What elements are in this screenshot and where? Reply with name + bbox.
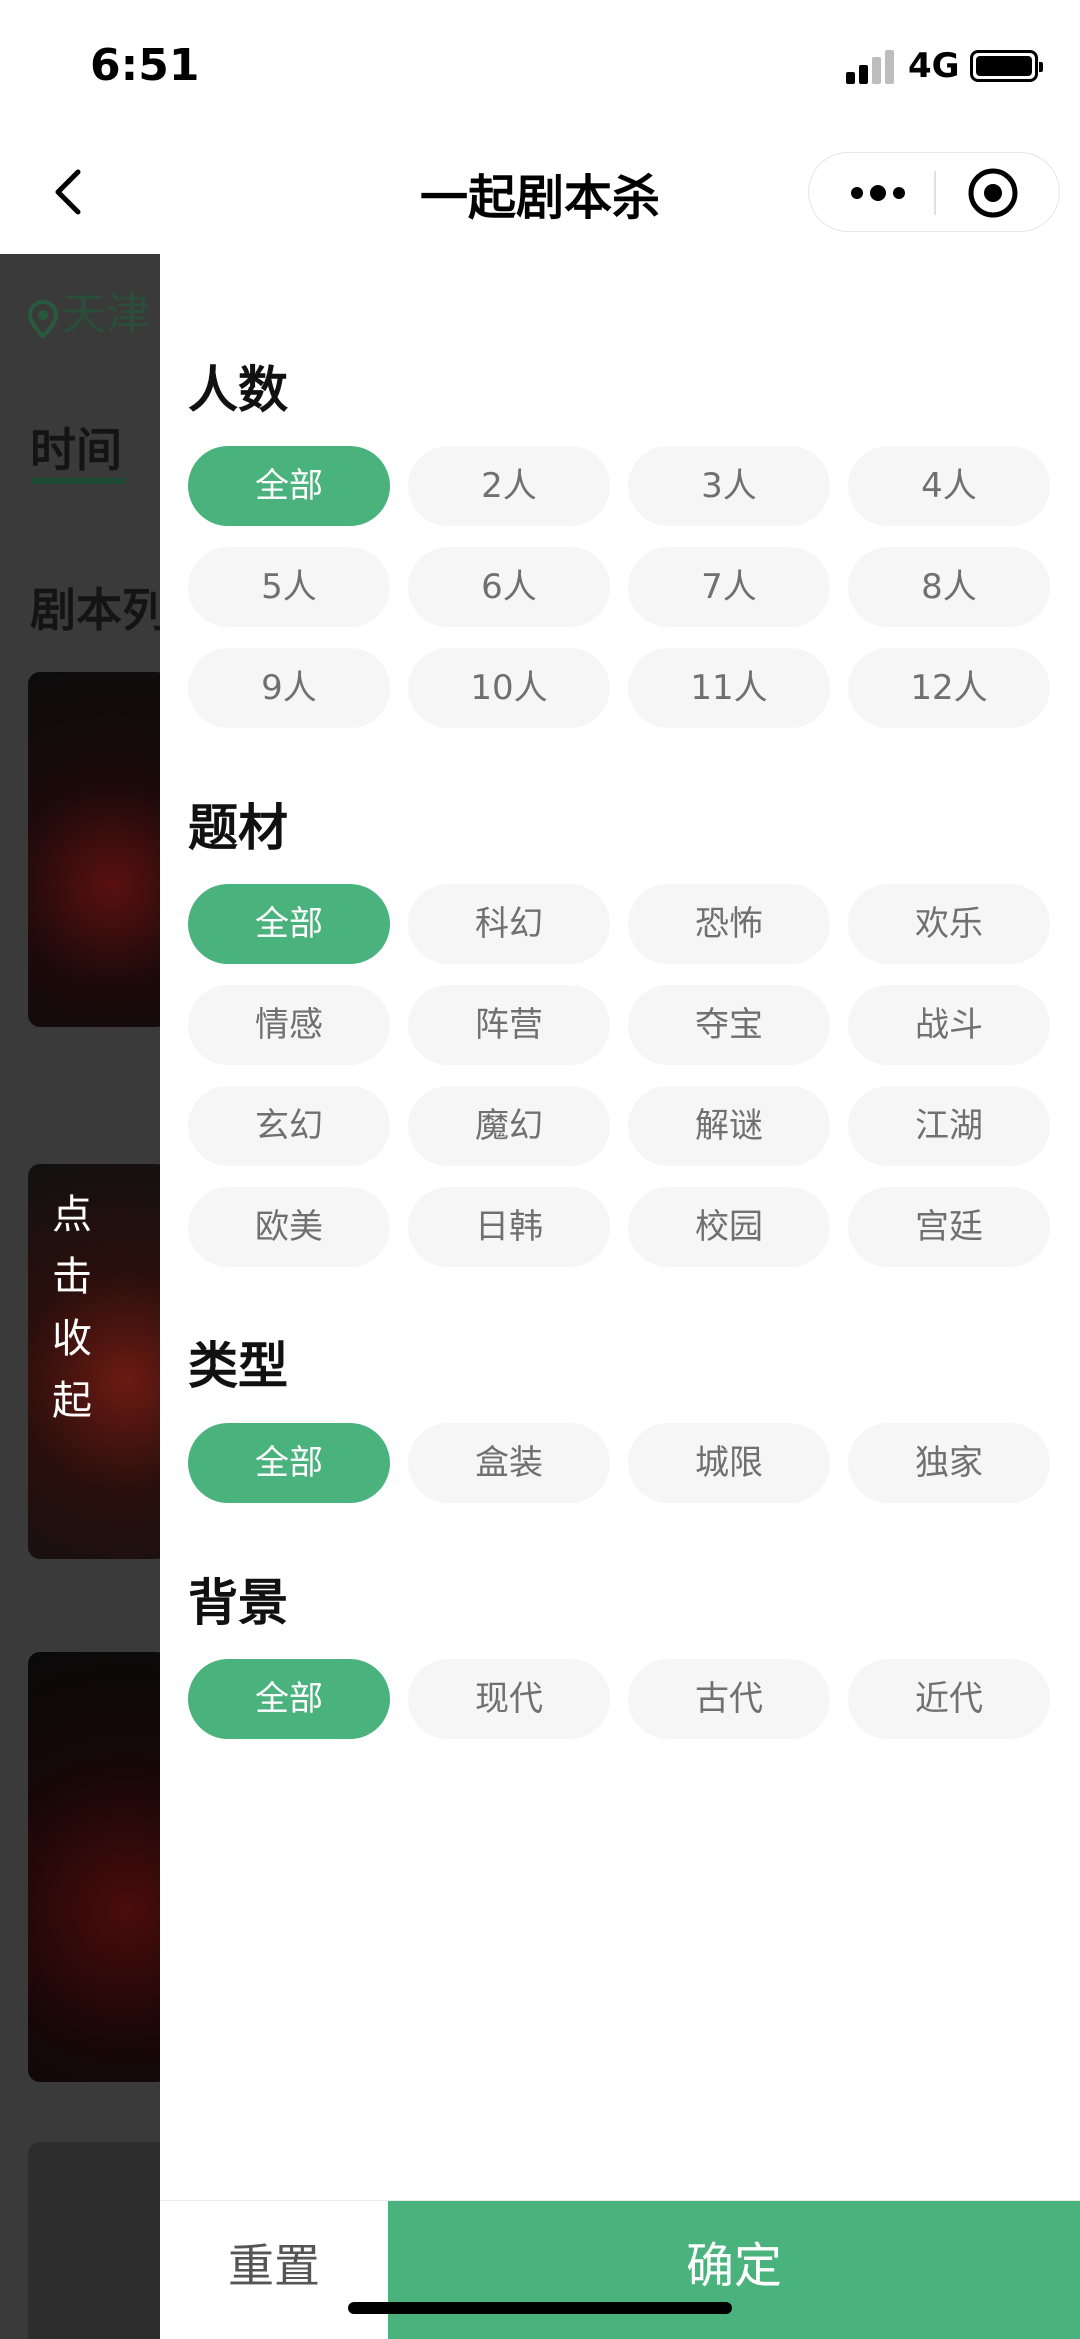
filter-option-people-10[interactable]: 10人 <box>408 648 610 728</box>
collapse-hint-char: 击 <box>52 1254 92 1300</box>
filter-option-theme-puzzle[interactable]: 解谜 <box>628 1086 830 1166</box>
filter-option-theme-fantasy[interactable]: 魔幻 <box>408 1086 610 1166</box>
confirm-button[interactable]: 确定 <box>388 2201 1080 2339</box>
collapse-hint-char: 点 <box>52 1192 92 1238</box>
filter-option-theme-scifi[interactable]: 科幻 <box>408 884 610 964</box>
filter-option-theme-jpkr[interactable]: 日韩 <box>408 1187 610 1267</box>
filter-option-theme-faction[interactable]: 阵营 <box>408 985 610 1065</box>
target-circle-icon[interactable] <box>967 167 1019 219</box>
reset-button[interactable]: 重置 <box>160 2201 388 2339</box>
script-card[interactable]: 点 击 收 起 <box>28 1164 160 1559</box>
nav-bar: 一起剧本杀 <box>0 130 1080 254</box>
filter-option-people-3[interactable]: 3人 <box>628 446 830 526</box>
section-title-type: 类型 <box>188 1337 288 1395</box>
filter-option-people-8[interactable]: 8人 <box>848 547 1050 627</box>
filter-option-theme-battle[interactable]: 战斗 <box>848 985 1050 1065</box>
filter-option-people-all[interactable]: 全部 <box>188 446 390 526</box>
tab-underline <box>30 478 126 484</box>
status-time: 6:51 <box>90 40 200 91</box>
background-page-overlay[interactable]: 天津 时间 剧本列 点 击 收 起 <box>0 254 160 2339</box>
collapse-hint-char: 起 <box>52 1378 92 1424</box>
filter-option-type-boxed[interactable]: 盒装 <box>408 1423 610 1503</box>
script-card[interactable] <box>28 2142 160 2339</box>
location-text: 天津 <box>62 289 150 340</box>
filter-option-theme-western[interactable]: 欧美 <box>188 1187 390 1267</box>
section-title-people: 人数 <box>188 361 288 419</box>
battery-icon <box>970 50 1043 82</box>
collapse-hint[interactable]: 点 击 收 起 <box>44 1184 100 1432</box>
filter-option-background-modern[interactable]: 现代 <box>408 1659 610 1739</box>
filter-option-background-recent[interactable]: 近代 <box>848 1659 1050 1739</box>
more-dots-icon[interactable] <box>843 171 913 215</box>
filter-option-theme-horror[interactable]: 恐怖 <box>628 884 830 964</box>
filter-option-people-12[interactable]: 12人 <box>848 648 1050 728</box>
location-label: 天津 <box>27 278 150 342</box>
filter-option-people-2[interactable]: 2人 <box>408 446 610 526</box>
mini-program-capsule <box>808 152 1060 232</box>
script-card[interactable] <box>28 1652 160 2082</box>
collapse-hint-char: 收 <box>52 1316 92 1362</box>
filter-option-theme-treasure[interactable]: 夺宝 <box>628 985 830 1065</box>
filter-option-theme-campus[interactable]: 校园 <box>628 1187 830 1267</box>
filter-option-theme-jianghu[interactable]: 江湖 <box>848 1086 1050 1166</box>
filter-option-theme-palace[interactable]: 宫廷 <box>848 1187 1050 1267</box>
capsule-divider <box>934 171 936 215</box>
filter-option-people-7[interactable]: 7人 <box>628 547 830 627</box>
filter-option-type-city-limited[interactable]: 城限 <box>628 1423 830 1503</box>
filter-option-people-5[interactable]: 5人 <box>188 547 390 627</box>
filter-option-theme-xuanhuan[interactable]: 玄幻 <box>188 1086 390 1166</box>
filter-option-type-exclusive[interactable]: 独家 <box>848 1423 1050 1503</box>
tab-time[interactable]: 时间 <box>30 414 122 480</box>
script-card[interactable] <box>28 672 160 1027</box>
section-title-background: 背景 <box>188 1574 288 1632</box>
filter-option-theme-comedy[interactable]: 欢乐 <box>848 884 1050 964</box>
filter-option-people-9[interactable]: 9人 <box>188 648 390 728</box>
filter-option-people-11[interactable]: 11人 <box>628 648 830 728</box>
network-label: 4G <box>908 46 960 86</box>
filter-option-theme-all[interactable]: 全部 <box>188 884 390 964</box>
section-title-theme: 题材 <box>188 799 288 857</box>
status-bar: 6:51 4G <box>0 0 1080 130</box>
location-pin-icon <box>27 298 59 339</box>
filter-option-people-4[interactable]: 4人 <box>848 446 1050 526</box>
signal-icon <box>846 48 898 84</box>
filter-option-background-ancient[interactable]: 古代 <box>628 1659 830 1739</box>
filter-option-type-all[interactable]: 全部 <box>188 1423 390 1503</box>
filter-option-people-6[interactable]: 6人 <box>408 547 610 627</box>
filter-option-background-all[interactable]: 全部 <box>188 1659 390 1739</box>
script-list-heading: 剧本列 <box>30 583 160 637</box>
home-indicator[interactable] <box>348 2302 732 2314</box>
filter-drawer: 人数 全部 2人 3人 4人 5人 6人 7人 8人 9人 10人 11人 12… <box>160 254 1080 2339</box>
filter-action-bar: 重置 确定 <box>160 2200 1080 2339</box>
filter-option-theme-emotion[interactable]: 情感 <box>188 985 390 1065</box>
